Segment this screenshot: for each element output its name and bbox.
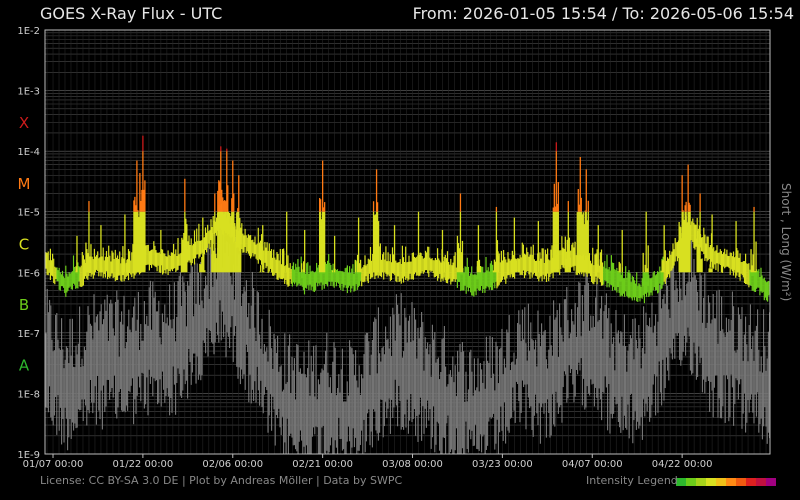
x-tick-label: 03/08 00:00 [382,459,443,470]
flare-class-m: M [18,175,31,193]
y-tick-label: 1E-8 [17,389,40,400]
flare-class-c: C [19,235,29,253]
license-text: License: CC BY-SA 3.0 DE | Plot by Andre… [40,474,403,487]
y-tick-label: 1E-5 [17,208,40,219]
x-tick-label: 03/23 00:00 [472,459,533,470]
y-tick-label: 1E-3 [17,87,40,98]
legend-swatch [736,478,746,486]
flare-class-x: X [19,114,29,132]
x-tick-labels: 01/07 00:00 01/22 00:00 02/06 00:00 02/21 0… [23,454,713,470]
legend-swatch [696,478,706,486]
legend-swatch [756,478,766,486]
x-tick-label: 04/07 00:00 [562,459,623,470]
legend-swatch [716,478,726,486]
x-tick-label: 01/07 00:00 [23,459,84,470]
y-tick-label: 1E-4 [17,147,40,158]
x-tick-label: 04/22 00:00 [652,459,713,470]
intensity-legend-ramp [676,478,776,486]
intensity-legend-label: Intensity Legend [586,474,678,487]
legend-swatch [766,478,776,486]
x-tick-label: 02/21 00:00 [292,459,353,470]
xray-flux-chart: 1E-91E-81E-71E-61E-51E-41E-31E-2 XMCBA 0… [17,26,793,486]
y-tick-label: 1E-2 [17,26,40,37]
y-tick-label: 1E-7 [17,329,40,340]
x-tick-label: 01/22 00:00 [112,459,173,470]
y-tick-label: 1E-6 [17,268,40,279]
legend-swatch [746,478,756,486]
legend-swatch [706,478,716,486]
legend-swatch [686,478,696,486]
flare-class-b: B [19,296,29,314]
legend-swatch [726,478,736,486]
y-axis-label: Short , Long (W/m²) [779,183,793,301]
flare-class-a: A [19,357,30,375]
x-tick-label: 02/06 00:00 [202,459,263,470]
